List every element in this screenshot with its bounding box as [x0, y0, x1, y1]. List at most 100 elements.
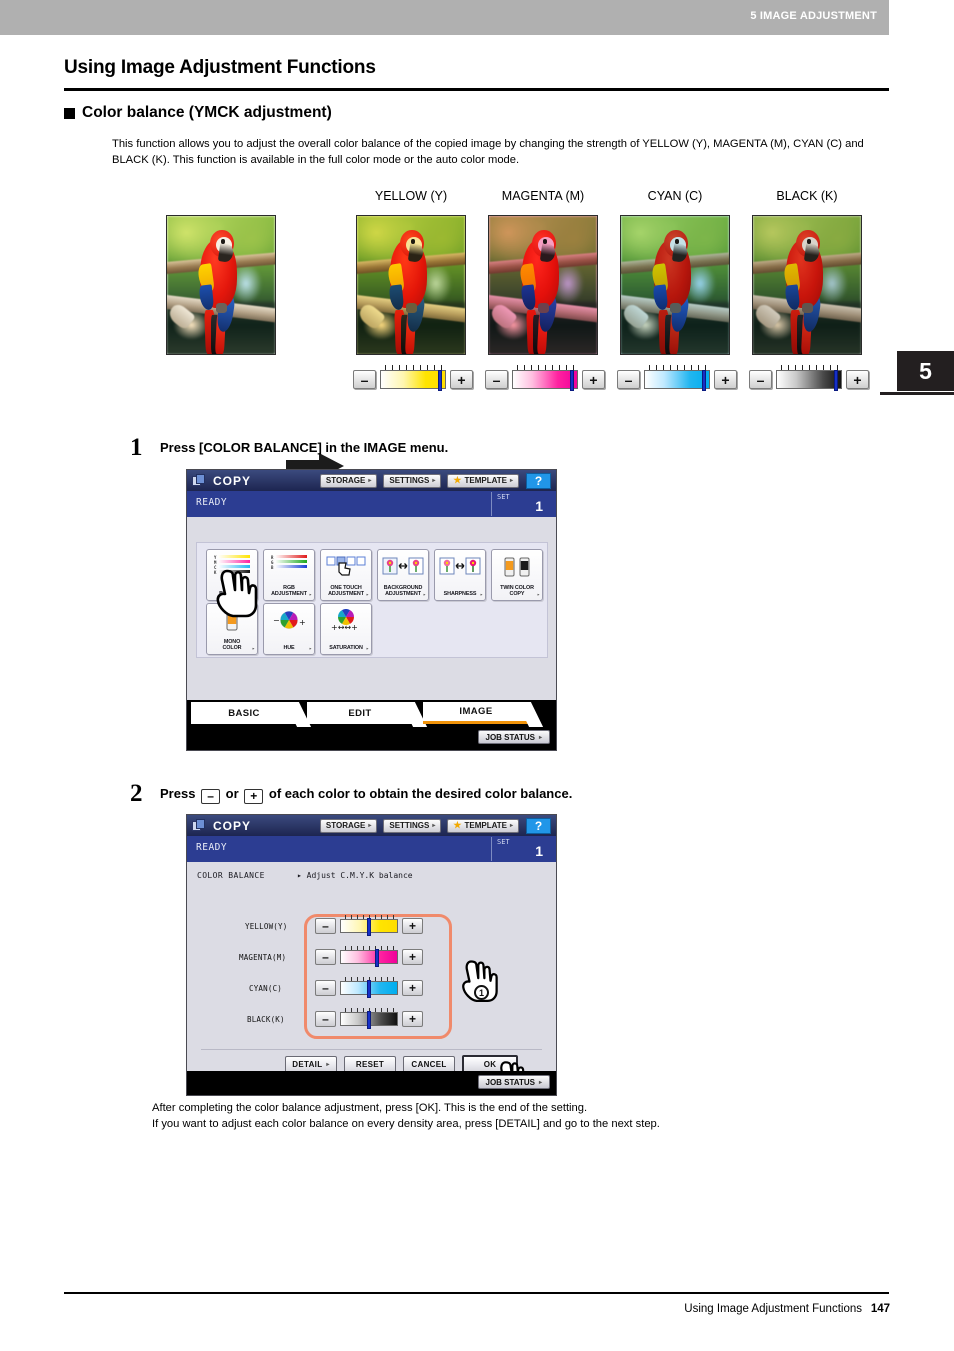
menu-item-one-touch-adjustment[interactable]: ONE TOUCH ADJUSTMENT ▸	[320, 549, 372, 601]
tab-edit[interactable]: EDIT	[307, 702, 413, 724]
magenta-plus-button[interactable]: +	[582, 370, 605, 389]
figure-slider-black[interactable]: – +	[749, 365, 869, 391]
menu-item-saturation[interactable]: +↔↔+ SATURATION ▸	[320, 603, 372, 655]
screen2-storage-button[interactable]: STORAGE ▸	[319, 818, 378, 833]
color-row-black[interactable]: – +	[315, 1008, 423, 1029]
original-image-thumbnail	[166, 215, 276, 355]
chevron-right-icon: ▸	[251, 646, 255, 652]
section-heading: Color balance (YMCK adjustment)	[64, 104, 332, 122]
svg-text:+↔↔+: +↔↔+	[331, 623, 358, 632]
copy-screen-color-balance[interactable]: COPY STORAGE ▸ SETTINGS ▸ ★ TEMPLATE ▸ ? RE…	[186, 814, 557, 1096]
color-row-cyan[interactable]: – +	[315, 977, 423, 998]
screen1-app-title: COPY	[213, 473, 252, 488]
screen1-storage-button[interactable]: STORAGE ▸	[319, 473, 378, 488]
magenta-minus-button[interactable]: –	[485, 370, 508, 389]
black-plus-button[interactable]: +	[846, 370, 869, 389]
yellow-slider-track[interactable]	[380, 365, 446, 391]
screen2-settings-button[interactable]: SETTINGS ▸	[383, 818, 442, 833]
cyan-level-marker[interactable]	[367, 980, 371, 998]
figure-slider-magenta[interactable]: – +	[485, 365, 605, 391]
yellow-plus-button[interactable]: +	[450, 370, 473, 389]
black-decrease-button[interactable]: –	[315, 1011, 336, 1027]
black-slider-track[interactable]	[776, 365, 842, 391]
menu-item-sharpness[interactable]: SHARPNESS ▸	[434, 549, 486, 601]
yellow-minus-button[interactable]: –	[353, 370, 376, 389]
running-header-text: 5 IMAGE ADJUSTMENT	[750, 10, 877, 22]
detail-button-label: DETAIL	[292, 1060, 323, 1069]
step-2-number: 2	[130, 780, 143, 807]
chevron-right-icon: ▸	[365, 592, 369, 598]
black-level-track[interactable]	[340, 1008, 398, 1029]
screen1-template-button[interactable]: ★ TEMPLATE ▸	[447, 473, 519, 488]
cancel-button-label: CANCEL	[411, 1060, 447, 1069]
color-row-magenta[interactable]: – +	[315, 946, 423, 967]
background-icon	[382, 557, 424, 579]
chevron-right-icon: ▸	[308, 592, 312, 598]
black-slider-marker[interactable]	[834, 370, 838, 391]
yellow-adjusted-thumbnail	[356, 215, 466, 355]
magenta-slider-marker[interactable]	[570, 370, 574, 391]
sharpness-icon	[439, 557, 481, 579]
label-line2: COLOR	[222, 645, 242, 651]
copy-screen-image-menu[interactable]: COPY STORAGE ▸ SETTINGS ▸ ★ TEMPLATE ▸ ? RE…	[186, 469, 557, 751]
color-row-yellow[interactable]: – +	[315, 915, 423, 936]
yellow-level-marker[interactable]	[367, 918, 371, 936]
screen2-help-button[interactable]: ?	[526, 817, 551, 834]
magenta-decrease-button[interactable]: –	[315, 949, 336, 965]
magenta-level-track[interactable]	[340, 946, 398, 967]
cyan-level-track[interactable]	[340, 977, 398, 998]
black-level-marker[interactable]	[367, 1011, 371, 1029]
color-balance-panel-subtitle: ▸ Adjust C.M.Y.K balance	[297, 871, 413, 880]
screen2-job-status-button[interactable]: JOB STATUS ▸	[477, 1075, 550, 1089]
screen1-job-status-label: JOB STATUS	[485, 732, 535, 742]
label-line2: ADJUSTMENT	[385, 591, 421, 597]
screen1-settings-button[interactable]: SETTINGS ▸	[383, 473, 442, 488]
magenta-level-marker[interactable]	[375, 949, 379, 967]
menu-item-sharpness-label: SHARPNESS	[435, 591, 485, 597]
screen1-help-button[interactable]: ?	[526, 472, 551, 489]
chevron-right-icon: ▸	[536, 592, 540, 598]
screen1-status-text: READY	[196, 497, 228, 508]
magenta-slider-track[interactable]	[512, 365, 578, 391]
cyan-decrease-button[interactable]: –	[315, 980, 336, 996]
cyan-increase-button[interactable]: +	[402, 980, 423, 996]
yellow-level-track[interactable]	[340, 915, 398, 936]
cyan-slider-marker[interactable]	[702, 370, 706, 391]
black-minus-button[interactable]: –	[749, 370, 772, 389]
chevron-right-icon: ▸	[422, 592, 426, 598]
yellow-slider-marker[interactable]	[438, 370, 442, 391]
menu-item-background-adjustment-label: BACKGROUND ADJUSTMENT	[378, 585, 428, 597]
menu-item-one-touch-adjustment-label: ONE TOUCH ADJUSTMENT	[321, 585, 371, 597]
figure-slider-yellow[interactable]: – +	[353, 365, 473, 391]
cyan-plus-button[interactable]: +	[714, 370, 737, 389]
cyan-slider-track[interactable]	[644, 365, 710, 391]
menu-item-rgb-adjustment-label: RGB ADJUSTMENT	[264, 585, 314, 597]
label-line1: SHARPNESS	[443, 591, 477, 597]
magenta-increase-button[interactable]: +	[402, 949, 423, 965]
screen2-storage-label: STORAGE	[325, 821, 366, 830]
yellow-decrease-button[interactable]: –	[315, 918, 336, 934]
bullet-square-icon	[64, 107, 75, 119]
step-2-instruction: Press – or + of each color to obtain the…	[160, 786, 572, 804]
menu-item-background-adjustment[interactable]: BACKGROUND ADJUSTMENT ▸	[377, 549, 429, 601]
screen1-storage-label: STORAGE	[325, 476, 366, 485]
copy-app-icon	[192, 819, 207, 832]
menu-item-hue[interactable]: − + HUE ▸	[263, 603, 315, 655]
star-icon: ★	[453, 820, 462, 830]
figure-slider-cyan[interactable]: – +	[617, 365, 737, 391]
screen1-body: Y M C K COLOR BALANCE ▸ R G	[187, 517, 556, 750]
row-label-cyan: CYAN(C)	[249, 984, 283, 993]
screen1-job-status-button[interactable]: JOB STATUS ▸	[477, 730, 550, 744]
menu-item-twin-color-copy[interactable]: TWIN COLOR COPY ▸	[491, 549, 543, 601]
tab-basic[interactable]: BASIC	[191, 702, 297, 724]
figure-label-cyan: CYAN (C)	[647, 189, 703, 203]
tab-image[interactable]: IMAGE	[423, 702, 529, 724]
menu-item-rgb-adjustment[interactable]: R G B RGB ADJUSTMENT ▸	[263, 549, 315, 601]
yellow-increase-button[interactable]: +	[402, 918, 423, 934]
chevron-right-icon: ▸	[368, 823, 372, 829]
cyan-minus-button[interactable]: –	[617, 370, 640, 389]
after-note: After completing the color balance adjus…	[152, 1100, 892, 1132]
screen2-template-button[interactable]: ★ TEMPLATE ▸	[447, 818, 519, 833]
black-increase-button[interactable]: +	[402, 1011, 423, 1027]
reset-button-label: RESET	[355, 1060, 385, 1069]
